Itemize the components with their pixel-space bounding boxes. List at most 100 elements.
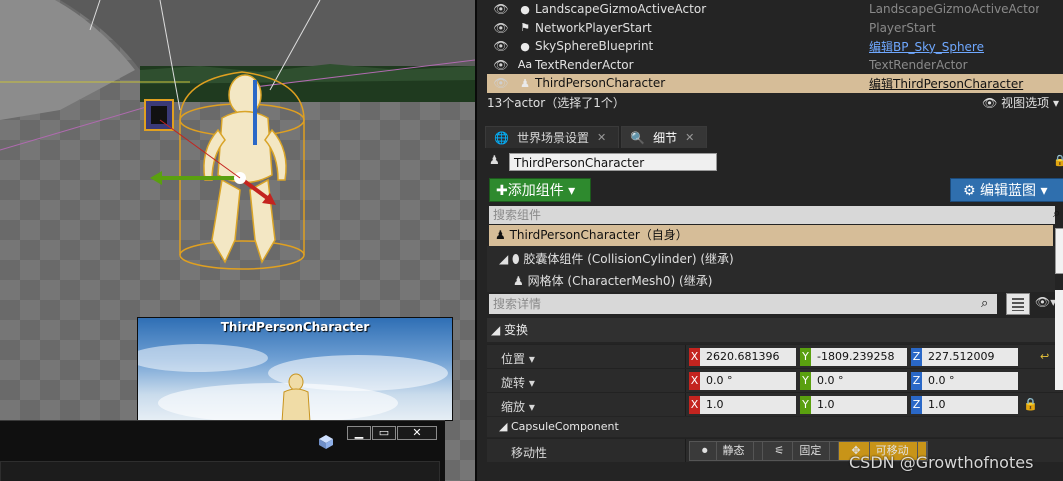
component-self-label: ThirdPersonCharacter（自身） — [509, 228, 688, 242]
location-z-value[interactable]: 227.512009 — [922, 348, 1018, 366]
scale-x-field[interactable]: X 1.0 — [689, 396, 796, 414]
mobility-option-label: 固定 — [793, 442, 831, 460]
edit-blueprint-button[interactable]: ⚙ 编辑蓝图 ▾ — [950, 178, 1063, 202]
outliner-row[interactable]: 👁 ● LandscapeGizmoActiveActor LandscapeG… — [487, 0, 1063, 19]
lock-icon[interactable]: 🔒 — [1023, 397, 1038, 411]
outliner-row[interactable]: 👁 Aa TextRenderActor TextRenderActor — [487, 56, 1063, 75]
floating-window-content — [0, 461, 440, 481]
actor-type-icon: ⚑ — [520, 21, 530, 35]
location-z-field[interactable]: Z 227.512009 — [911, 348, 1018, 366]
outliner-row-name: LandscapeGizmoActiveActor — [535, 2, 707, 17]
globe-icon: 🌐 — [494, 130, 509, 145]
location-x-value[interactable]: 2620.681396 — [700, 348, 796, 366]
eye-icon[interactable]: 👁 — [487, 76, 515, 90]
rotation-label[interactable]: 旋转 ▾ — [501, 374, 535, 391]
scale-z-value[interactable]: 1.0 — [922, 396, 1018, 414]
eye-icon[interactable]: 👁 — [487, 58, 515, 72]
axis-z-label: Z — [911, 372, 922, 390]
outliner-row-type: PlayerStart — [869, 20, 936, 35]
eye-icon[interactable]: 👁 — [487, 2, 515, 16]
location-x-field[interactable]: X 2620.681396 — [689, 348, 796, 366]
rotation-row: 旋转 ▾ X 0.0 ° Y 0.0 ° Z 0.0 ° — [487, 368, 1063, 392]
component-tree-row[interactable]: ♟ 网格体 (CharacterMesh0) (继承) — [513, 272, 712, 289]
location-y-field[interactable]: Y -1809.239258 — [800, 348, 907, 366]
actor-name-row: ♟ ThirdPersonCharacter 🔒 — [487, 152, 1063, 172]
eye-icon: 👁 — [982, 95, 1002, 110]
mobility-static-button[interactable]: ⏺ 静态 — [690, 442, 763, 460]
reset-to-default-icon[interactable]: ↩ — [1040, 350, 1049, 363]
component-self-row[interactable]: ♟ ThirdPersonCharacter（自身） — [489, 225, 1053, 246]
category-capsule-component[interactable]: ◢ CapsuleComponent — [487, 417, 1063, 437]
edit-blueprint-link[interactable]: 编辑BP_Sky_Sphere — [869, 38, 1039, 55]
rotation-y-field[interactable]: Y 0.0 ° — [800, 372, 907, 390]
location-label[interactable]: 位置 ▾ — [501, 350, 535, 367]
outliner-row-name: TextRenderActor — [535, 57, 634, 72]
window-controls: ▁ ▭ ✕ — [347, 426, 438, 441]
search-components-input[interactable]: 搜索组件 — [489, 206, 1055, 224]
rotation-z-field[interactable]: Z 0.0 ° — [911, 372, 1018, 390]
static-icon: ⏺ — [696, 442, 717, 460]
actor-name-input[interactable]: ThirdPersonCharacter — [509, 153, 717, 171]
scale-label[interactable]: 缩放 ▾ — [501, 398, 535, 415]
rotation-x-value[interactable]: 0.0 ° — [700, 372, 796, 390]
level-viewport[interactable]: ThirdPersonCharacter ▁ ▭ ✕ — [0, 0, 475, 481]
eye-icon[interactable]: 👁▾ — [1035, 295, 1056, 309]
category-transform[interactable]: ◢ 变换 — [487, 318, 1063, 342]
search-icon: ⌕ — [1053, 206, 1061, 221]
mobility-stationary-button[interactable]: ⚟ 固定 — [763, 442, 840, 460]
outliner-row[interactable]: 👁 ● SkySphereBlueprint 编辑BP_Sky_Sphere — [487, 37, 1063, 56]
scale-z-field[interactable]: Z 1.0 — [911, 396, 1018, 414]
view-options-button[interactable]: 👁 视图选项 ▾ — [982, 94, 1059, 111]
property-matrix-button[interactable] — [1006, 293, 1030, 315]
scale-x-value[interactable]: 1.0 — [700, 396, 796, 414]
axis-x-label: X — [689, 372, 700, 390]
mesh-icon: ♟ — [513, 274, 528, 288]
axis-y-label: Y — [800, 372, 811, 390]
eye-icon[interactable]: 👁 — [487, 39, 515, 53]
cube-icon — [319, 435, 333, 449]
scale-y-value[interactable]: 1.0 — [811, 396, 907, 414]
outliner-footer: 13个actor（选择了1个） 👁 视图选项 ▾ — [487, 91, 1063, 113]
rotation-y-value[interactable]: 0.0 ° — [811, 372, 907, 390]
close-icon[interactable]: ✕ — [597, 131, 606, 144]
axis-y-label: Y — [800, 348, 811, 366]
category-label: CapsuleComponent — [510, 420, 619, 433]
location-y-value[interactable]: -1809.239258 — [811, 348, 907, 366]
tab-details[interactable]: 🔍 细节 ✕ — [621, 126, 708, 148]
property-label: 旋转 — [501, 376, 526, 390]
details-scrollbar[interactable] — [1055, 290, 1063, 390]
rotation-x-field[interactable]: X 0.0 ° — [689, 372, 796, 390]
close-icon[interactable]: ✕ — [685, 131, 694, 144]
stationary-icon: ⚟ — [769, 442, 794, 460]
camera-preview-window: ThirdPersonCharacter — [137, 317, 453, 421]
mobility-option-label: 静态 — [717, 442, 754, 460]
rotation-z-value[interactable]: 0.0 ° — [922, 372, 1018, 390]
location-row: 位置 ▾ X 2620.681396 Y -1809.239258 Z 227.512… — [487, 344, 1063, 368]
outliner-row[interactable]: 👁 ⚑ NetworkPlayerStart PlayerStart — [487, 19, 1063, 38]
component-tree-row[interactable]: ◢ ⬮ 胶囊体组件 (CollisionCylinder) (继承) — [499, 250, 734, 267]
restore-button[interactable]: ▭ — [372, 426, 396, 440]
expand-arrow-icon[interactable]: ◢ — [499, 252, 512, 266]
edit-blueprint-label: 编辑蓝图 — [980, 183, 1037, 199]
category-label: 变换 — [504, 323, 529, 337]
mobility-label: 移动性 — [511, 446, 548, 460]
outliner-row-selected[interactable]: 👁 ♟ ThirdPersonCharacter 编辑ThirdPersonCh… — [487, 74, 1063, 93]
lock-icon[interactable]: 🔒 — [1053, 154, 1063, 167]
column-divider — [685, 439, 686, 462]
edit-blueprint-link[interactable]: 编辑ThirdPersonCharacter — [869, 75, 1039, 92]
add-component-button[interactable]: ✚添加组件 ▾ — [489, 178, 591, 202]
scale-y-field[interactable]: Y 1.0 — [800, 396, 907, 414]
eye-icon[interactable]: 👁 — [487, 21, 515, 35]
magnifier-icon: 🔍 — [630, 130, 646, 145]
property-label: 缩放 — [501, 400, 526, 414]
component-scrollbar[interactable] — [1055, 228, 1063, 274]
axis-y-label: Y — [800, 396, 811, 414]
minimize-button[interactable]: ▁ — [347, 426, 371, 440]
search-details-input[interactable]: 搜索详情 — [489, 294, 997, 314]
tab-world-settings[interactable]: 🌐 世界场景设置 ✕ — [485, 126, 620, 148]
close-button[interactable]: ✕ — [397, 426, 437, 440]
outliner-row-name: ThirdPersonCharacter — [535, 76, 666, 91]
blueprint-icon: ⚙ — [963, 183, 981, 199]
column-divider — [685, 369, 686, 392]
view-options-label: 视图选项 — [1001, 95, 1050, 110]
